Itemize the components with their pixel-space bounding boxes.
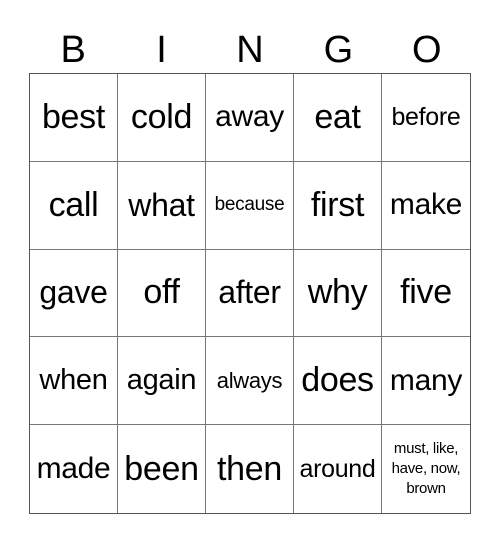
bingo-cell[interactable]: best	[30, 74, 118, 162]
bingo-cell[interactable]: always	[206, 337, 294, 426]
bingo-cell[interactable]: made	[30, 425, 118, 513]
bingo-cell[interactable]: many	[382, 337, 470, 426]
bingo-cell[interactable]: because	[206, 161, 294, 250]
bingo-cell[interactable]: before	[382, 74, 470, 162]
bingo-cell[interactable]: off	[118, 249, 206, 338]
header-letter-b: B	[60, 29, 86, 71]
bingo-cell[interactable]: again	[118, 337, 206, 426]
bingo-cell[interactable]: must, like, have, now, brown	[382, 425, 470, 513]
bingo-cell[interactable]: cold	[118, 74, 206, 162]
bingo-cell[interactable]: away	[206, 74, 294, 162]
bingo-cell[interactable]: what	[118, 161, 206, 250]
bingo-cell[interactable]: been	[118, 425, 206, 513]
header-letter-g: G	[323, 29, 354, 71]
bingo-cell[interactable]: after	[206, 249, 294, 338]
bingo-cell[interactable]: call	[30, 161, 118, 250]
bingo-cell[interactable]: eat	[294, 74, 382, 162]
bingo-header: B I N G O	[29, 28, 471, 72]
bingo-cell[interactable]: then	[206, 425, 294, 513]
bingo-cell[interactable]: five	[382, 250, 470, 338]
bingo-grid: best cold away eat before call what beca…	[29, 73, 471, 514]
bingo-cell[interactable]: gave	[30, 249, 118, 338]
bingo-cell[interactable]: why	[294, 249, 382, 338]
bingo-cell[interactable]: first	[294, 161, 382, 250]
bingo-cell[interactable]: around	[294, 425, 382, 513]
bingo-cell[interactable]: does	[294, 337, 382, 426]
header-letter-i: I	[156, 29, 167, 71]
header-letter-n: N	[236, 29, 264, 71]
bingo-cell[interactable]: make	[382, 162, 470, 250]
bingo-cell[interactable]: when	[30, 337, 118, 426]
header-letter-o: O	[411, 29, 442, 71]
